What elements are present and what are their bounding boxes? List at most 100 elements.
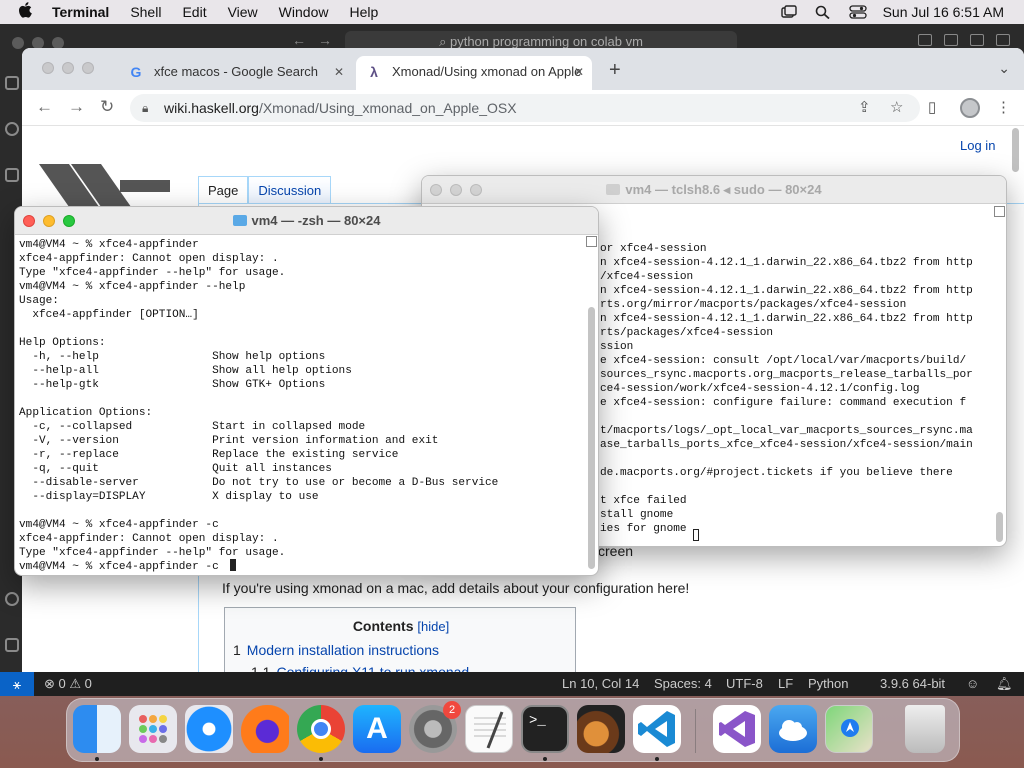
safari-icon[interactable] bbox=[185, 705, 233, 753]
finder-icon[interactable] bbox=[73, 705, 121, 753]
forward-arrow-icon[interactable]: → bbox=[68, 98, 85, 116]
trash-icon[interactable] bbox=[905, 705, 945, 753]
chrome-minimize-button[interactable] bbox=[62, 62, 74, 74]
problems-indicator[interactable]: ⊗ 0 ⚠ 0 bbox=[44, 676, 92, 692]
split-pane-icon[interactable] bbox=[994, 206, 1005, 217]
close-button[interactable] bbox=[23, 215, 35, 227]
wiki-tab-discussion[interactable]: Discussion bbox=[248, 176, 332, 204]
icloud-icon[interactable] bbox=[769, 705, 817, 753]
terminal-window-active[interactable]: vm4 — -zsh — 80×24 vm4@VM4 ~ % xfce4-app… bbox=[14, 206, 599, 576]
chrome-zoom-button[interactable] bbox=[82, 62, 94, 74]
lock-icon[interactable]: 🔒︎ bbox=[142, 94, 148, 122]
menu-view[interactable]: View bbox=[228, 4, 258, 20]
tab-xmonad-wiki[interactable]: λ Xmonad/Using xmonad on Apple ✕ bbox=[356, 56, 592, 90]
menu-window[interactable]: Window bbox=[279, 4, 329, 20]
tab-search-chevron-icon[interactable]: ⌄ bbox=[998, 60, 1010, 77]
running-indicator bbox=[655, 757, 659, 761]
toggle-panel-icon[interactable] bbox=[944, 34, 958, 46]
share-icon[interactable]: ⇪ bbox=[858, 98, 871, 116]
reload-icon[interactable]: ↻ bbox=[100, 98, 114, 116]
wiki-page-tabs: Page Discussion bbox=[198, 176, 332, 204]
menu-bar: Terminal Shell Edit View Window Help Sun… bbox=[0, 0, 1024, 24]
tab-title: Xmonad/Using xmonad on Apple bbox=[392, 64, 582, 79]
menu-clock[interactable]: Sun Jul 16 6:51 AM bbox=[883, 4, 1004, 20]
chrome-close-button[interactable] bbox=[42, 62, 54, 74]
spotlight-search-icon[interactable] bbox=[815, 5, 831, 20]
toggle-sidebar-icon[interactable] bbox=[918, 34, 932, 46]
app-store-icon[interactable]: A bbox=[353, 705, 401, 753]
encoding-status[interactable]: UTF-8 bbox=[726, 676, 763, 691]
launchpad-icon[interactable] bbox=[129, 705, 177, 753]
running-indicator bbox=[543, 757, 547, 761]
explorer-icon[interactable] bbox=[5, 76, 19, 90]
interpreter-status[interactable]: 3.9.6 64-bit bbox=[880, 676, 945, 691]
vscode-icon[interactable] bbox=[633, 705, 681, 753]
terminal-front-scrollbar[interactable] bbox=[588, 307, 595, 569]
wiki-tab-page[interactable]: Page bbox=[198, 176, 249, 204]
garageband-icon[interactable] bbox=[577, 705, 625, 753]
chrome-icon[interactable] bbox=[297, 705, 345, 753]
new-tab-icon[interactable]: + bbox=[609, 60, 621, 80]
system-settings-icon[interactable]: 2 bbox=[409, 701, 461, 753]
toc-hide-link[interactable]: [hide] bbox=[417, 619, 449, 634]
back-arrow-icon[interactable]: ← bbox=[36, 98, 53, 116]
side-panel-icon[interactable]: ▯ bbox=[928, 98, 936, 116]
apple-menu-icon[interactable] bbox=[18, 2, 36, 22]
menu-help[interactable]: Help bbox=[349, 4, 378, 20]
close-button[interactable] bbox=[430, 184, 442, 196]
address-bar[interactable]: 🔒︎ wiki.haskell.org/Xmonad/Using_xmonad_… bbox=[130, 94, 920, 122]
cursor-position[interactable]: Ln 10, Col 14 bbox=[562, 676, 639, 691]
customize-layout-icon[interactable] bbox=[996, 34, 1010, 46]
tab-close-icon[interactable]: ✕ bbox=[334, 56, 344, 88]
menu-app-name[interactable]: Terminal bbox=[52, 4, 109, 20]
toc-item-1-1[interactable]: 1.1 Configuring X11 to run xmonad bbox=[251, 664, 469, 672]
screen-mirroring-icon[interactable] bbox=[780, 5, 797, 19]
running-indicator bbox=[319, 757, 323, 761]
control-center-icon[interactable] bbox=[848, 5, 867, 19]
wiki-login-link[interactable]: Log in bbox=[960, 138, 995, 153]
search-icon[interactable] bbox=[5, 122, 19, 136]
profile-avatar-icon[interactable] bbox=[960, 98, 980, 118]
zoom-button[interactable] bbox=[63, 215, 75, 227]
textedit-icon[interactable] bbox=[465, 705, 513, 753]
notification-badge: 2 bbox=[443, 701, 461, 719]
vscode-back-icon[interactable]: ← bbox=[292, 32, 306, 48]
menu-edit[interactable]: Edit bbox=[182, 4, 206, 20]
split-pane-icon[interactable] bbox=[586, 236, 597, 247]
terminal-back-title: vm4 — tclsh8.6 ◂ sudo — 80×24 bbox=[625, 182, 822, 197]
firefox-icon[interactable] bbox=[241, 705, 289, 753]
manage-gear-icon[interactable] bbox=[5, 638, 19, 652]
bookmark-star-icon[interactable]: ☆ bbox=[890, 98, 903, 116]
vscode-forward-icon[interactable]: → bbox=[318, 32, 332, 48]
tab-close-icon[interactable]: ✕ bbox=[574, 56, 584, 88]
toc-item-label: Modern installation instructions bbox=[246, 642, 440, 658]
vscode-status-bar: ⚹ ⊗ 0 ⚠ 0 Ln 10, Col 14 Spaces: 4 UTF-8 … bbox=[0, 672, 1024, 696]
toc-item-1[interactable]: 1 Modern installation instructions bbox=[233, 642, 439, 658]
haskell-favicon-icon: λ bbox=[370, 64, 378, 80]
remote-indicator-icon[interactable]: ⚹ bbox=[0, 672, 34, 696]
toc-item-label: Configuring X11 to run xmonad bbox=[276, 664, 470, 672]
feedback-icon[interactable]: ☺ bbox=[966, 676, 979, 691]
chrome-menu-icon[interactable]: ⋮ bbox=[996, 98, 1011, 116]
minimize-button[interactable] bbox=[43, 215, 55, 227]
menu-shell[interactable]: Shell bbox=[130, 4, 161, 20]
notifications-bell-icon[interactable]: 🔔︎ bbox=[996, 676, 1013, 692]
eol-status[interactable]: LF bbox=[778, 676, 793, 691]
language-status[interactable]: Python bbox=[808, 676, 848, 691]
terminal-app-icon[interactable]: >_ bbox=[521, 705, 569, 753]
terminal-back-scrollbar[interactable] bbox=[996, 512, 1003, 542]
source-control-icon[interactable] bbox=[5, 168, 19, 182]
maps-icon[interactable] bbox=[825, 705, 873, 753]
terminal-front-title: vm4 — -zsh — 80×24 bbox=[251, 213, 381, 228]
toggle-secondary-sidebar-icon[interactable] bbox=[970, 34, 984, 46]
accounts-icon[interactable] bbox=[5, 592, 19, 606]
vscode-search-text: python programming on colab vm bbox=[449, 34, 643, 49]
tab-google-search[interactable]: G xfce macos - Google Search ✕ bbox=[118, 56, 352, 90]
zoom-button[interactable] bbox=[470, 184, 482, 196]
visual-studio-icon[interactable] bbox=[713, 705, 761, 753]
url-path: /Xmonad/Using_xmonad_on_Apple_OSX bbox=[258, 100, 517, 116]
indentation-status[interactable]: Spaces: 4 bbox=[654, 676, 712, 691]
page-scrollbar[interactable] bbox=[1012, 128, 1019, 172]
minimize-button[interactable] bbox=[450, 184, 462, 196]
running-indicator bbox=[95, 757, 99, 761]
